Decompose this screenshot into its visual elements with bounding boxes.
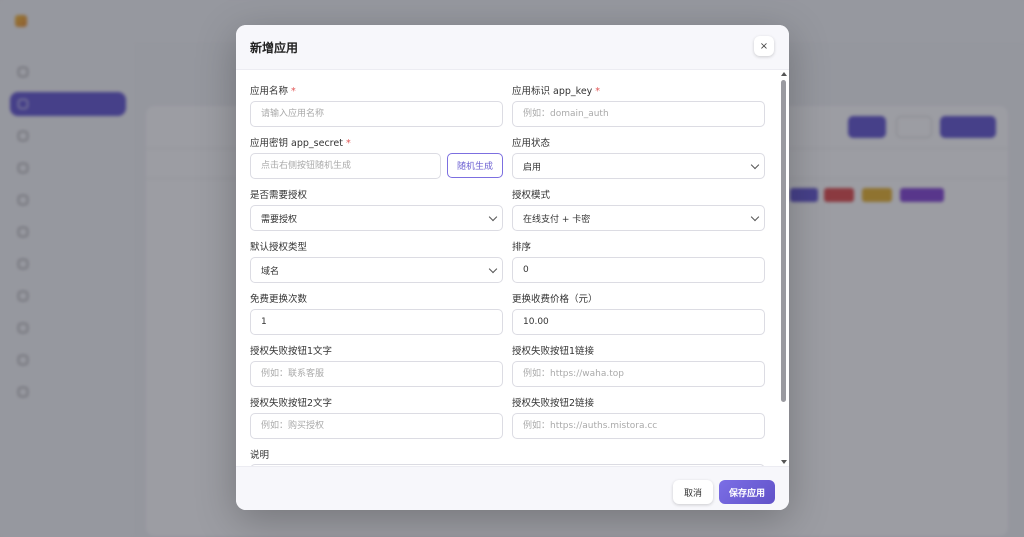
fail-btn2-text-input[interactable] — [250, 413, 503, 439]
chevron-down-icon — [488, 212, 498, 222]
fail-btn2-link-input[interactable] — [512, 413, 765, 439]
modal-footer: 取消 保存应用 — [236, 466, 789, 510]
fail-btn1-text-input[interactable] — [250, 361, 503, 387]
app-secret-input[interactable] — [250, 153, 441, 179]
scroll-down-arrow-icon[interactable] — [781, 460, 787, 464]
need-auth-label: 是否需要授权 — [250, 190, 308, 201]
fail-btn1-link-label: 授权失败按钮1链接 — [512, 346, 595, 357]
default-auth-type-label: 默认授权类型 — [250, 242, 308, 253]
chevron-down-icon — [488, 264, 498, 274]
scroll-thumb[interactable] — [781, 80, 786, 402]
fail-btn2-link-label: 授权失败按钮2链接 — [512, 398, 595, 409]
new-app-modal: 新增应用 × 应用名称* 应用标识 app_key* 应用密钥 app_secr… — [236, 25, 789, 510]
free-change-count-label: 免费更换次数 — [250, 294, 308, 305]
app-key-input[interactable] — [512, 101, 765, 127]
default-auth-type-select[interactable]: 域名 — [250, 257, 503, 283]
required-mark: * — [291, 86, 296, 97]
close-icon: × — [759, 40, 769, 52]
change-fee-label: 更换收费价格（元） — [512, 294, 598, 305]
app-name-label: 应用名称 * — [250, 86, 296, 97]
fail-btn1-link-input[interactable] — [512, 361, 765, 387]
close-button[interactable]: × — [754, 36, 774, 56]
fail-btn1-text-label: 授权失败按钮1文字 — [250, 346, 333, 357]
chevron-down-icon — [750, 160, 760, 170]
app-status-value: 启用 — [523, 162, 542, 173]
modal-title: 新增应用 — [250, 41, 299, 55]
chevron-down-icon — [750, 212, 760, 222]
need-auth-select[interactable]: 需要授权 — [250, 205, 503, 231]
app-status-label: 应用状态 — [512, 138, 551, 149]
app-name-input[interactable] — [250, 101, 503, 127]
required-mark: * — [595, 86, 601, 97]
need-auth-value: 需要授权 — [261, 214, 298, 225]
auth-mode-select[interactable]: 在线支付 + 卡密 — [512, 205, 765, 231]
auth-mode-value: 在线支付 + 卡密 — [523, 214, 591, 225]
sort-label: 排序 — [512, 242, 532, 253]
description-label: 说明 — [250, 450, 270, 461]
required-mark: * — [345, 138, 351, 149]
app-secret-label: 应用密钥 app_secret * — [250, 138, 351, 149]
modal-body: 应用名称* 应用标识 app_key* 应用密钥 app_secret* 随机生… — [236, 70, 789, 466]
cancel-button[interactable]: 取消 — [673, 480, 713, 504]
app-status-select[interactable]: 启用 — [512, 153, 765, 179]
default-auth-type-value: 域名 — [261, 266, 280, 277]
sort-input[interactable] — [512, 257, 765, 283]
fail-btn2-text-label: 授权失败按钮2文字 — [250, 398, 333, 409]
modal-header: 新增应用 × — [236, 25, 789, 70]
app-key-label: 应用标识 app_key * — [512, 86, 601, 97]
modal-scrollbar[interactable] — [780, 70, 788, 466]
change-fee-input[interactable] — [512, 309, 765, 335]
scroll-up-arrow-icon[interactable] — [781, 72, 787, 76]
free-change-count-input[interactable] — [250, 309, 503, 335]
generate-secret-button[interactable]: 随机生成 — [447, 153, 503, 178]
save-app-button[interactable]: 保存应用 — [719, 480, 775, 504]
auth-mode-label: 授权模式 — [512, 190, 551, 201]
